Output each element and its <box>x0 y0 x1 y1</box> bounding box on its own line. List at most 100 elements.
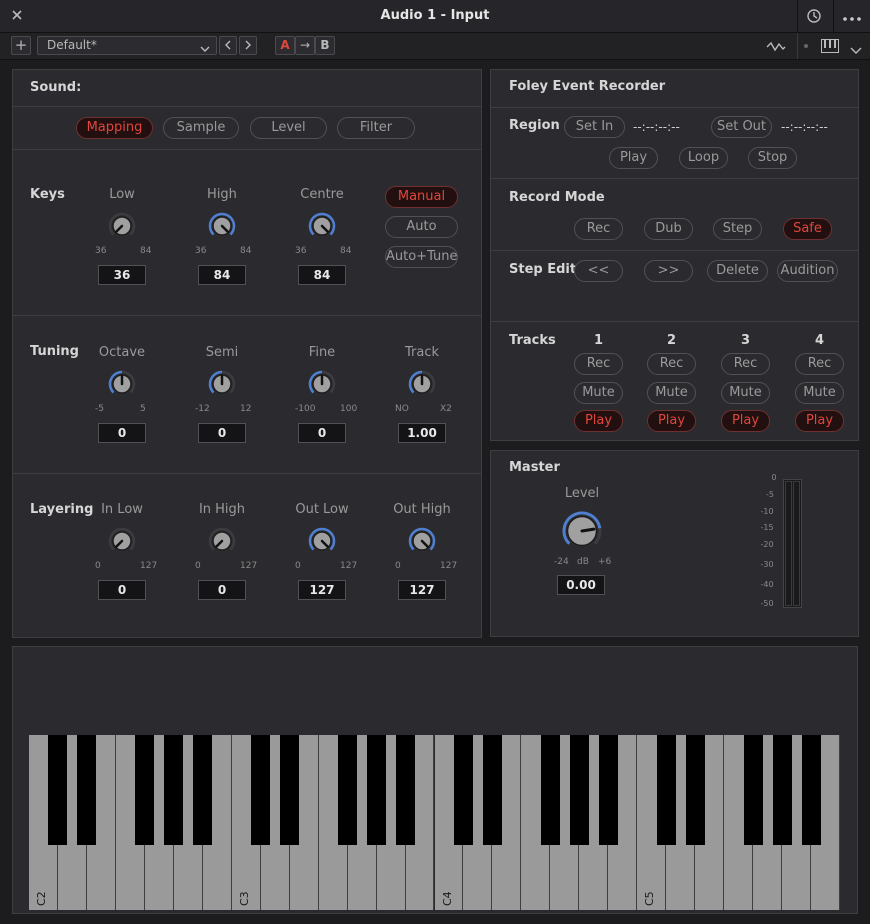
layering-out-high-knob[interactable] <box>407 526 437 556</box>
black-key[interactable] <box>48 735 68 845</box>
black-key[interactable] <box>656 735 676 845</box>
layering-in-low-knob[interactable] <box>107 526 137 556</box>
previous-preset-button[interactable] <box>219 36 237 55</box>
piano-keys-icon[interactable] <box>821 38 839 53</box>
next-preset-button[interactable] <box>239 36 257 55</box>
compare-a-button[interactable]: A <box>275 36 295 55</box>
layering-out-low-knob[interactable] <box>307 526 337 556</box>
tuning-octave-knob[interactable] <box>107 369 137 399</box>
black-key[interactable] <box>251 735 271 845</box>
black-key[interactable] <box>482 735 502 845</box>
region-stop-button[interactable]: Stop <box>748 147 797 169</box>
layering-in-high-knob[interactable] <box>207 526 237 556</box>
record-mode-rec[interactable]: Rec <box>574 218 623 240</box>
tuning-octave-value[interactable]: 0 <box>98 423 146 443</box>
keys-low-knob[interactable] <box>107 211 137 241</box>
tuning-fine-knob[interactable] <box>307 369 337 399</box>
set-out-button[interactable]: Set Out <box>711 116 772 138</box>
track-3-mute-button[interactable]: Mute <box>721 382 770 404</box>
set-in-button[interactable]: Set In <box>564 116 625 138</box>
octave-label-c2: C2 <box>35 891 48 906</box>
copy-a-to-b-button[interactable]: → <box>295 36 315 55</box>
tuning-semi-max-tick: 12 <box>240 404 252 414</box>
master-level-value[interactable]: 0.00 <box>557 575 605 595</box>
black-key[interactable] <box>396 735 416 845</box>
add-preset-button[interactable]: + <box>11 36 31 55</box>
track-4-play-button[interactable]: Play <box>795 410 844 432</box>
step-audition-button[interactable]: Audition <box>777 260 838 282</box>
tuning-semi-knob[interactable] <box>207 369 237 399</box>
history-icon[interactable] <box>806 8 822 24</box>
tuning-octave-min-tick: -5 <box>95 404 104 414</box>
key-mode-auto-tune[interactable]: Auto+Tune <box>385 246 458 268</box>
expand-chevron-icon[interactable] <box>850 41 862 54</box>
black-key[interactable] <box>569 735 589 845</box>
black-key[interactable] <box>685 735 705 845</box>
tuning-fine-value[interactable]: 0 <box>298 423 346 443</box>
track-4-number: 4 <box>815 333 825 348</box>
black-key[interactable] <box>801 735 821 845</box>
master-level-knob[interactable] <box>561 510 603 552</box>
keys-low-value[interactable]: 36 <box>98 265 146 285</box>
key-mode-manual[interactable]: Manual <box>385 186 458 208</box>
record-mode-step[interactable]: Step <box>713 218 762 240</box>
tuning-track-knob[interactable] <box>407 369 437 399</box>
track-2-number: 2 <box>667 333 677 348</box>
keys-high-value[interactable]: 84 <box>198 265 246 285</box>
meter-tick-label: 0 <box>771 473 777 482</box>
region-loop-button[interactable]: Loop <box>679 147 728 169</box>
black-key[interactable] <box>743 735 763 845</box>
track-3-play-button[interactable]: Play <box>721 410 770 432</box>
black-key[interactable] <box>598 735 618 845</box>
tab-mapping[interactable]: Mapping <box>76 117 153 139</box>
black-key[interactable] <box>135 735 155 845</box>
black-key[interactable] <box>540 735 560 845</box>
black-key[interactable] <box>77 735 97 845</box>
tab-level[interactable]: Level <box>250 117 327 139</box>
keys-high-label: High <box>207 187 237 202</box>
layering-out-low-value[interactable]: 127 <box>298 580 346 600</box>
track-1-play-button[interactable]: Play <box>574 410 623 432</box>
step-forward-button[interactable]: >> <box>644 260 693 282</box>
black-key[interactable] <box>193 735 213 845</box>
waveform-icon[interactable] <box>766 39 786 53</box>
tuning-semi-value[interactable]: 0 <box>198 423 246 443</box>
layering-in-high-value[interactable]: 0 <box>198 580 246 600</box>
track-2-rec-button[interactable]: Rec <box>647 353 696 375</box>
black-key[interactable] <box>772 735 792 845</box>
track-2-mute-button[interactable]: Mute <box>647 382 696 404</box>
track-4-rec-button[interactable]: Rec <box>795 353 844 375</box>
layering-in-low-value[interactable]: 0 <box>98 580 146 600</box>
sound-title: Sound: <box>30 80 82 95</box>
keys-centre-value[interactable]: 84 <box>298 265 346 285</box>
layering-in-low-label: In Low <box>101 502 143 517</box>
step-back-button[interactable]: << <box>574 260 623 282</box>
record-mode-safe[interactable]: Safe <box>783 218 832 240</box>
black-key[interactable] <box>280 735 300 845</box>
region-play-button[interactable]: Play <box>609 147 658 169</box>
keys-centre-knob[interactable] <box>307 211 337 241</box>
step-delete-button[interactable]: Delete <box>707 260 768 282</box>
track-1-mute-button[interactable]: Mute <box>574 382 623 404</box>
layering-in-low-max-tick: 127 <box>140 561 158 571</box>
track-2-play-button[interactable]: Play <box>647 410 696 432</box>
layering-out-high-value[interactable]: 127 <box>398 580 446 600</box>
more-options-icon[interactable] <box>842 10 862 22</box>
tab-sample[interactable]: Sample <box>163 117 239 139</box>
track-1-rec-button[interactable]: Rec <box>574 353 623 375</box>
tuning-track-min-tick: NO <box>395 404 409 414</box>
layering-in-high-label: In High <box>198 502 246 517</box>
preset-dropdown[interactable]: Default* <box>37 36 217 55</box>
track-3-rec-button[interactable]: Rec <box>721 353 770 375</box>
compare-b-button[interactable]: B <box>315 36 335 55</box>
record-mode-dub[interactable]: Dub <box>644 218 693 240</box>
black-key[interactable] <box>367 735 387 845</box>
black-key[interactable] <box>164 735 184 845</box>
key-mode-auto[interactable]: Auto <box>385 216 458 238</box>
tuning-track-value[interactable]: 1.00 <box>398 423 446 443</box>
black-key[interactable] <box>338 735 358 845</box>
black-key[interactable] <box>453 735 473 845</box>
track-4-mute-button[interactable]: Mute <box>795 382 844 404</box>
keys-high-knob[interactable] <box>207 211 237 241</box>
tab-filter[interactable]: Filter <box>337 117 415 139</box>
